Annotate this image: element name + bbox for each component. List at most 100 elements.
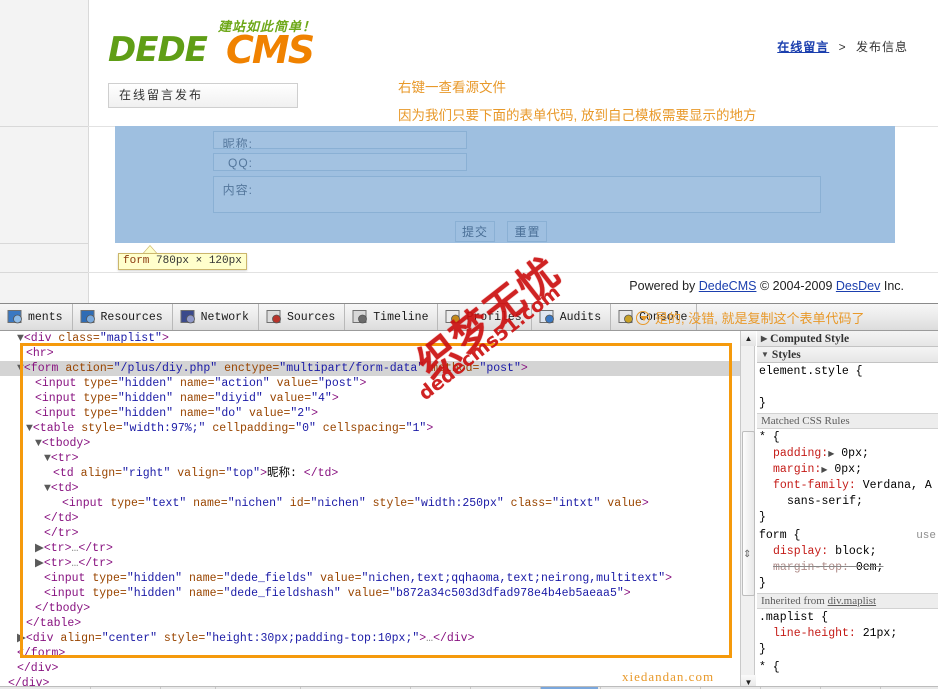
css-declaration[interactable]: sans-serif; bbox=[759, 494, 938, 510]
css-rule-block[interactable]: * { padding:▶ 0px; margin:▶ 0px; font-famil… bbox=[757, 429, 938, 527]
console-icon bbox=[618, 309, 634, 325]
footer-link-dedecms[interactable]: DedeCMS bbox=[699, 279, 757, 293]
disclosure-triangle-icon[interactable]: ▼ bbox=[44, 452, 51, 465]
dom-tree-line[interactable]: </tr> bbox=[0, 526, 740, 541]
matched-css-rules-header: Matched CSS Rules bbox=[757, 413, 938, 429]
css-declaration[interactable]: margin-top: 0em; bbox=[759, 560, 938, 576]
dom-tree-line[interactable]: ▼<div class="maplist"> bbox=[0, 331, 740, 346]
dom-tree-line[interactable]: <td align="right" valign="top">昵称: </td> bbox=[0, 466, 740, 481]
devtools-tab-strip[interactable]: ments Resources Network Sources Timeline Prof… bbox=[0, 304, 698, 330]
devtools-tab-label: Resources bbox=[100, 310, 163, 324]
tooltip-tag-name: form bbox=[123, 255, 150, 267]
toolbar-annotation-text: 是的, 没错, 就是复制这个表单代码了 bbox=[655, 311, 865, 326]
profiles-icon bbox=[445, 309, 461, 325]
dom-tree-line[interactable]: ▼<tr> bbox=[0, 451, 740, 466]
disclosure-triangle-icon[interactable]: ▼ bbox=[17, 332, 24, 345]
breadcrumb-current: 发布信息 bbox=[855, 40, 908, 54]
dom-tree-line[interactable]: ▼<table style="width:97%;" cellpadding="… bbox=[0, 421, 740, 436]
panel-splitter-handle-icon[interactable]: ⇕ bbox=[743, 549, 751, 560]
computed-style-label: Computed Style bbox=[770, 332, 850, 345]
css-rule-block[interactable]: * { bbox=[757, 659, 938, 677]
disclosure-triangle-icon[interactable]: ▼ bbox=[17, 362, 24, 375]
devtools-tab-timeline[interactable]: Timeline bbox=[345, 304, 439, 330]
element-style-block[interactable]: element.style { } bbox=[757, 363, 938, 413]
dom-tree-line[interactable]: </form> bbox=[0, 646, 740, 661]
css-rule-block[interactable]: form {use display: block; margin-top: 0em;… bbox=[757, 527, 938, 593]
css-declaration[interactable]: margin:▶ 0px; bbox=[759, 462, 938, 478]
element-size-tooltip: form 780px × 120px bbox=[118, 253, 247, 270]
disclosure-triangle-icon[interactable]: ▼ bbox=[35, 437, 42, 450]
dom-tree-line[interactable]: <hr> bbox=[0, 346, 740, 361]
disclosure-triangle-icon[interactable]: ▼ bbox=[44, 482, 51, 495]
css-rule-close: } bbox=[759, 577, 766, 590]
devtools-tab-audits[interactable]: Audits bbox=[532, 304, 612, 330]
scroll-up-arrow-icon[interactable]: ▲ bbox=[741, 331, 756, 346]
inherited-source-link[interactable]: div.maplist bbox=[828, 593, 876, 609]
element-style-selector: element.style { bbox=[759, 365, 863, 378]
devtools-tab-label: Audits bbox=[559, 310, 602, 324]
dom-tree-line[interactable]: </table> bbox=[0, 616, 740, 631]
footer-link-desdev[interactable]: DesDev bbox=[836, 279, 880, 293]
dom-tree-line[interactable]: ▼<td> bbox=[0, 481, 740, 496]
disclosure-triangle-icon[interactable]: ▶ bbox=[17, 632, 26, 645]
dom-tree-line[interactable]: <input type="hidden" name="dede_fieldsha… bbox=[0, 586, 740, 601]
dom-tree-line[interactable]: <input type="hidden" name="action" value… bbox=[0, 376, 740, 391]
dom-tree-line[interactable]: ▼<tbody> bbox=[0, 436, 740, 451]
devtools-panel: ments Resources Network Sources Timeline Prof… bbox=[0, 303, 938, 689]
css-rules-list[interactable]: * { padding:▶ 0px; margin:▶ 0px; font-famil… bbox=[757, 429, 938, 677]
dom-tree-line[interactable]: ▼<form action="/plus/diy.php" enctype="m… bbox=[0, 361, 740, 376]
devtools-tab-ments[interactable]: ments bbox=[0, 304, 73, 330]
dom-tree-line[interactable]: ▶<tr>…</tr> bbox=[0, 556, 740, 571]
dom-tree-line[interactable]: </tbody> bbox=[0, 601, 740, 616]
css-declaration[interactable]: padding:▶ 0px; bbox=[759, 446, 938, 462]
dom-tree-line[interactable]: </td> bbox=[0, 511, 740, 526]
content-textarea[interactable] bbox=[213, 176, 821, 213]
toolbar-annotation: 是的, 没错, 就是复制这个表单代码了 bbox=[636, 308, 864, 327]
elements-icon bbox=[7, 309, 23, 325]
dom-tree-line[interactable]: <input type="hidden" name="dede_fields" … bbox=[0, 571, 740, 586]
css-rule-selector: * { bbox=[759, 431, 780, 444]
guestbook-form: 昵称: QQ: 内容: 提交 重置 bbox=[115, 126, 895, 243]
disclosure-triangle-icon[interactable]: ▶ bbox=[35, 542, 44, 555]
dom-tree-line[interactable]: ▶<div align="center" style="height:30px;… bbox=[0, 631, 740, 646]
devtools-tab-profiles[interactable]: Profiles bbox=[438, 304, 532, 330]
submit-button[interactable]: 提交 bbox=[455, 221, 496, 242]
styles-label: Styles bbox=[771, 348, 801, 361]
css-rule-block[interactable]: .maplist {line-height: 21px;} bbox=[757, 609, 938, 659]
scrollbar-thumb[interactable] bbox=[742, 431, 755, 596]
resources-icon bbox=[80, 309, 96, 325]
reset-button[interactable]: 重置 bbox=[507, 221, 548, 242]
computed-style-section-header[interactable]: ▶ Computed Style bbox=[757, 331, 938, 347]
browser-page-viewport: 建站如此简单！ DEDE CMS 在线留言发布 在线留言 > 发布信息 右键一查… bbox=[0, 0, 938, 303]
css-rule-close: } bbox=[759, 643, 766, 656]
element-style-blank bbox=[759, 380, 938, 396]
css-rule-selector: * { bbox=[759, 661, 780, 674]
nickname-input[interactable] bbox=[213, 131, 467, 149]
dom-tree-line[interactable]: ▶<tr>…</tr> bbox=[0, 541, 740, 556]
disclosure-triangle-icon[interactable]: ▶ bbox=[35, 557, 44, 570]
inherited-prefix: Inherited from bbox=[761, 595, 828, 607]
css-declaration[interactable]: font-family: Verdana, A bbox=[759, 478, 938, 494]
devtools-tab-sources[interactable]: Sources bbox=[259, 304, 346, 330]
dom-tree-panel[interactable]: ▼<div class="maplist"> <hr> ▼<form action=… bbox=[0, 331, 740, 689]
dom-tree-line[interactable]: <input type="hidden" name="diyid" value=… bbox=[0, 391, 740, 406]
dom-tree-lines: ▼<div class="maplist"> <hr> ▼<form action=… bbox=[0, 331, 740, 689]
header-divider-bottom bbox=[88, 272, 938, 273]
breadcrumb-separator: > bbox=[838, 40, 847, 54]
breadcrumb-link-guestbook[interactable]: 在线留言 bbox=[777, 40, 829, 54]
devtools-tab-label: Sources bbox=[286, 310, 336, 324]
page-title-tab: 在线留言发布 bbox=[108, 83, 298, 108]
dom-tree-scrollbar[interactable]: ▲ ⇕ ▼ bbox=[740, 331, 756, 689]
disclosure-triangle-icon[interactable]: ▼ bbox=[26, 422, 33, 435]
dom-tree-line[interactable]: <input type="hidden" name="do" value="2"… bbox=[0, 406, 740, 421]
devtools-toolbar: ments Resources Network Sources Timeline Prof… bbox=[0, 304, 938, 331]
css-declaration[interactable]: line-height: 21px; bbox=[759, 626, 938, 642]
logo-word-cms: CMS bbox=[226, 28, 315, 72]
qq-input[interactable] bbox=[213, 153, 467, 171]
devtools-tab-resources[interactable]: Resources bbox=[73, 304, 173, 330]
styles-section-header[interactable]: ▼ Styles bbox=[757, 347, 938, 363]
css-declaration[interactable]: display: block; bbox=[759, 544, 938, 560]
styles-sidebar[interactable]: ▶ Computed Style ▼ Styles element.style … bbox=[757, 331, 938, 689]
dom-tree-line[interactable]: <input type="text" name="nichen" id="nic… bbox=[0, 496, 740, 511]
devtools-tab-network[interactable]: Network bbox=[173, 304, 259, 330]
